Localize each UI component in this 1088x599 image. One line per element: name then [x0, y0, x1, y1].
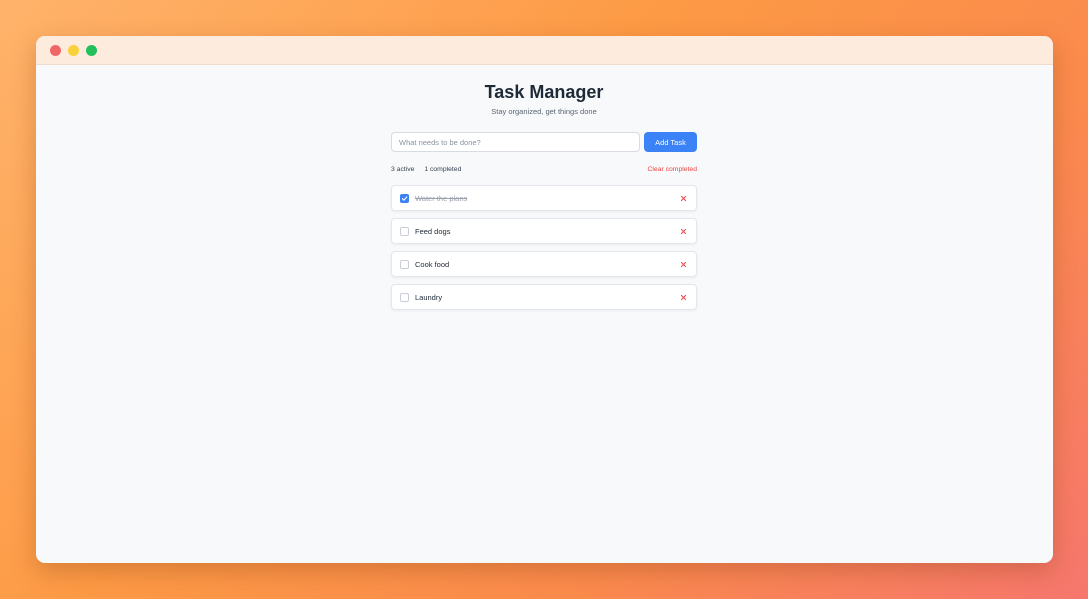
task-text: Laundry [415, 292, 443, 302]
app-window: Task Manager Stay organized, get things … [36, 36, 1053, 563]
task-checkbox[interactable] [400, 259, 409, 269]
new-task-input[interactable] [391, 132, 640, 152]
task-stats: 3 active 1 completed Clear completed [391, 164, 697, 174]
clear-completed-button[interactable]: Clear completed [648, 166, 698, 173]
task-manager-panel: Task Manager Stay organized, get things … [391, 82, 697, 317]
close-x-icon [680, 195, 686, 201]
task-counts: 3 active 1 completed [391, 166, 461, 173]
maximize-window-button[interactable] [86, 45, 97, 56]
page-subtitle: Stay organized, get things done [491, 107, 597, 116]
task-item: Feed dogs [391, 218, 697, 244]
task-text: Water the plans [415, 193, 468, 203]
task-checkbox[interactable] [400, 193, 409, 203]
close-x-icon [680, 228, 686, 234]
title-bar [36, 36, 1053, 65]
task-item: Laundry [391, 284, 697, 310]
page-title: Task Manager [484, 82, 604, 102]
task-text: Cook food [415, 259, 450, 269]
add-task-button[interactable]: Add Task [644, 132, 697, 152]
task-text: Feed dogs [415, 226, 451, 236]
checkmark-icon [401, 195, 408, 201]
close-window-button[interactable] [50, 45, 61, 56]
delete-task-button[interactable] [678, 259, 688, 269]
active-count: 3 active [391, 165, 415, 173]
task-list: Water the plans Feed dogs Cook food Laun… [391, 185, 697, 310]
task-checkbox[interactable] [400, 226, 409, 236]
completed-count: 1 completed [424, 165, 462, 173]
close-x-icon [680, 294, 686, 300]
delete-task-button[interactable] [678, 226, 688, 236]
delete-task-button[interactable] [678, 193, 688, 203]
minimize-window-button[interactable] [68, 45, 79, 56]
task-item: Cook food [391, 251, 697, 277]
close-x-icon [680, 261, 686, 267]
delete-task-button[interactable] [678, 292, 688, 302]
task-item: Water the plans [391, 185, 697, 211]
new-task-row: Add Task [391, 132, 697, 152]
task-checkbox[interactable] [400, 292, 409, 302]
